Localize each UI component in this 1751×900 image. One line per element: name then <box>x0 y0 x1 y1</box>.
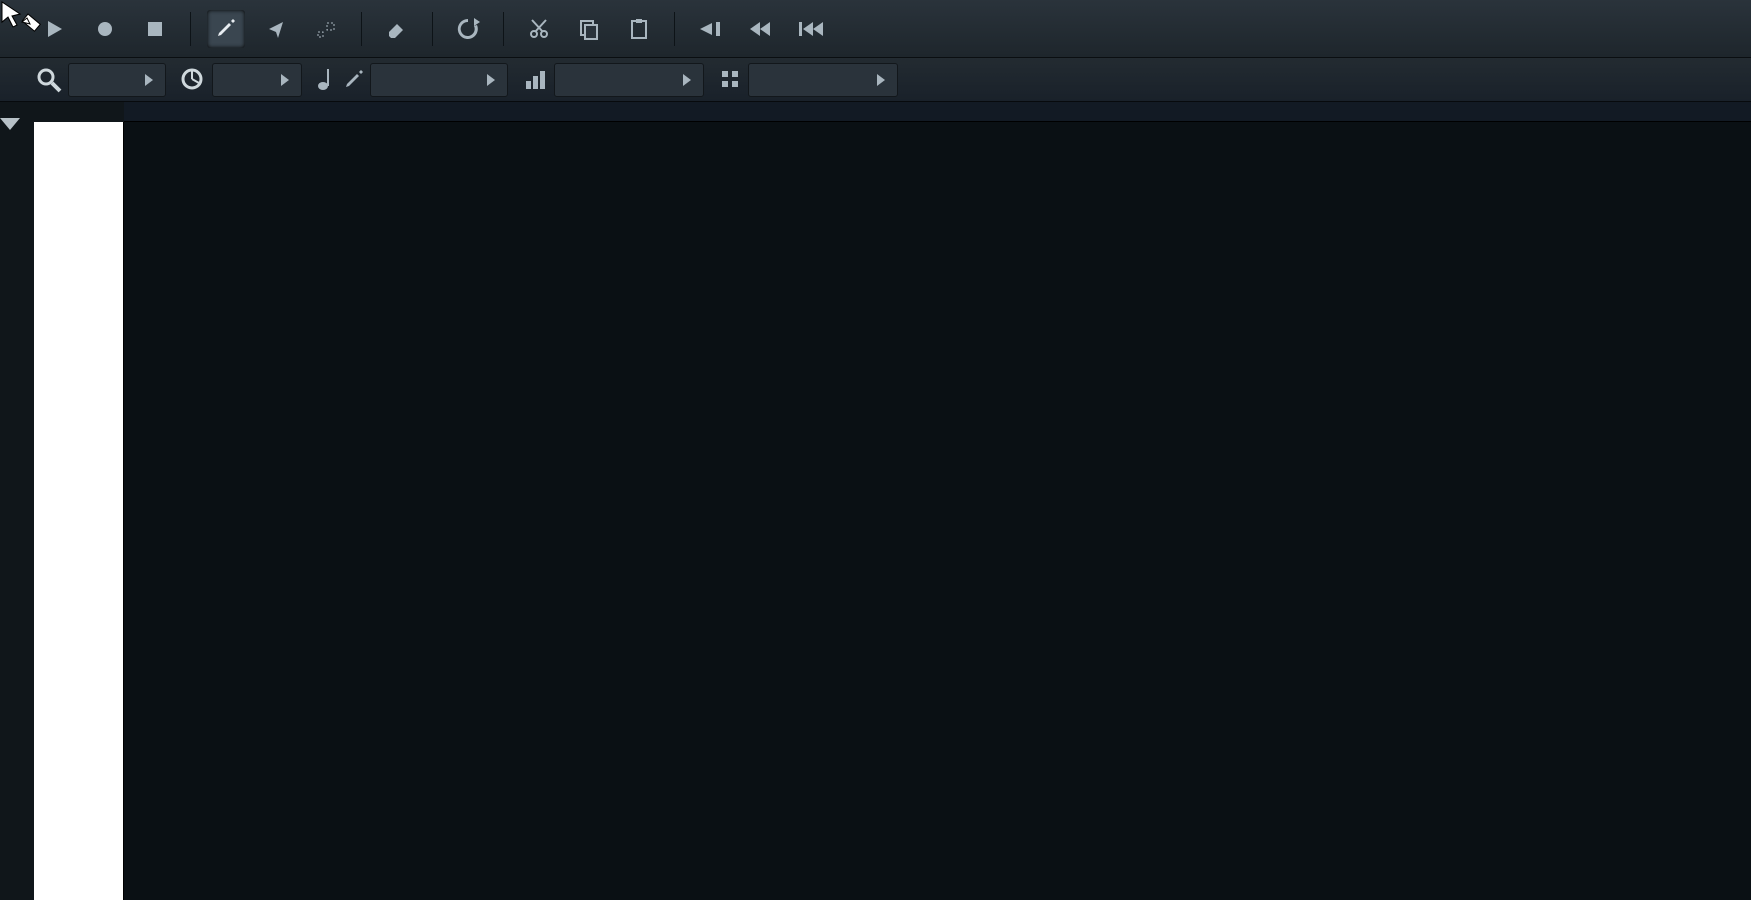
flip-horizontal-icon <box>698 19 722 39</box>
dropdown-arrow-icon <box>487 74 495 86</box>
dropdown-arrow-icon <box>877 74 885 86</box>
draw-tool-button[interactable] <box>207 10 245 48</box>
quantize-icon <box>180 67 206 93</box>
play-icon <box>45 19 65 39</box>
stop-icon <box>145 19 165 39</box>
scale-dropdown[interactable] <box>554 63 704 97</box>
dropdown-arrow-icon <box>145 74 153 86</box>
draw-tool-icon <box>215 18 237 40</box>
detune-tool-icon <box>315 18 337 40</box>
piano-keyboard[interactable] <box>34 122 124 900</box>
toolbar-separator <box>674 12 675 46</box>
zoom-icon <box>36 67 62 93</box>
flip-button[interactable] <box>691 10 729 48</box>
options-toolbar <box>0 58 1751 102</box>
playhead-marker[interactable] <box>0 118 20 130</box>
note-icon <box>316 67 338 93</box>
record-icon <box>95 19 115 39</box>
toolbar-separator <box>190 12 191 46</box>
play-button[interactable] <box>36 10 74 48</box>
main-toolbar <box>0 0 1751 58</box>
copy-button[interactable] <box>570 10 608 48</box>
scale-icon <box>524 69 548 91</box>
toolbar-separator <box>503 12 504 46</box>
chord-dropdown[interactable] <box>748 63 898 97</box>
paste-icon <box>628 18 650 40</box>
skip-back-icon <box>797 19 823 39</box>
note-grid[interactable] <box>124 122 1751 900</box>
skip-start-icon <box>748 19 772 39</box>
cut-button[interactable] <box>520 10 558 48</box>
toolbar-separator <box>361 12 362 46</box>
select-tool-icon <box>265 18 287 40</box>
zoom-reset-icon <box>455 16 481 42</box>
record-button[interactable] <box>86 10 124 48</box>
copy-icon <box>578 18 600 40</box>
note-length-dropdown[interactable] <box>370 63 508 97</box>
stop-button[interactable] <box>136 10 174 48</box>
dropdown-arrow-icon <box>683 74 691 86</box>
zoom-dropdown[interactable] <box>68 63 166 97</box>
cut-icon <box>528 18 550 40</box>
erase-tool-icon <box>386 18 408 40</box>
toolbar-separator <box>432 12 433 46</box>
timeline-ruler[interactable] <box>124 102 1751 122</box>
pencil-icon <box>344 70 364 90</box>
skip-back-button[interactable] <box>791 10 829 48</box>
paste-button[interactable] <box>620 10 658 48</box>
quantize-dropdown[interactable] <box>212 63 302 97</box>
zoom-reset-button[interactable] <box>449 10 487 48</box>
skip-start-button[interactable] <box>741 10 779 48</box>
detune-tool-button[interactable] <box>307 10 345 48</box>
chord-icon <box>720 69 742 91</box>
dropdown-arrow-icon <box>281 74 289 86</box>
select-tool-button[interactable] <box>257 10 295 48</box>
erase-tool-button[interactable] <box>378 10 416 48</box>
